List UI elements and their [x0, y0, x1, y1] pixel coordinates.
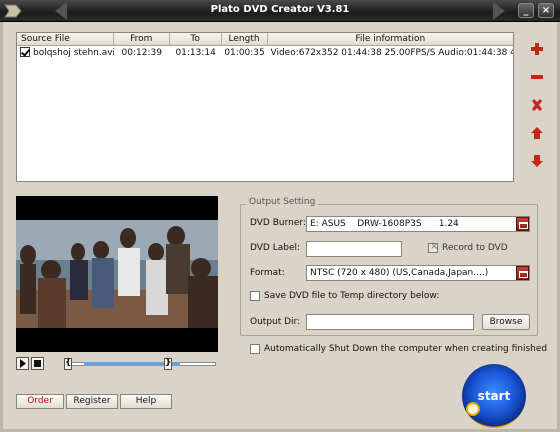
end-marker-handle[interactable]: }	[164, 358, 172, 370]
format-dropdown-icon[interactable]	[516, 266, 529, 280]
save-temp-label: Save DVD file to Temp directory below:	[264, 291, 440, 301]
start-ring-icon	[466, 402, 480, 416]
column-header-source[interactable]: Source File	[17, 33, 114, 46]
save-temp-checkbox[interactable]	[250, 291, 260, 301]
start-button-label: start	[477, 389, 511, 403]
help-button[interactable]: Help	[120, 394, 172, 409]
format-label: Format:	[250, 268, 285, 278]
video-preview	[16, 196, 218, 352]
column-header-from[interactable]: From	[114, 33, 170, 46]
start-button[interactable]: start	[462, 364, 526, 428]
column-header-info[interactable]: File information	[268, 33, 514, 46]
dvd-burner-select[interactable]: E: ASUS DRW-1608P3S 1.24	[306, 216, 530, 232]
column-header-to[interactable]: To	[170, 33, 222, 46]
title-ornament-icon	[493, 2, 505, 20]
close-button[interactable]: ×	[538, 3, 554, 18]
add-icon[interactable]	[530, 42, 544, 56]
play-button[interactable]	[16, 357, 29, 370]
source-cell: bolqshoj stehn.avi	[17, 46, 114, 60]
length-cell: 01:00:35	[224, 48, 265, 58]
play-icon	[20, 359, 26, 368]
move-down-icon[interactable]	[530, 154, 544, 168]
start-marker-handle[interactable]: {	[64, 358, 72, 370]
format-select[interactable]: NTSC (720 x 480) (US,Canada,Japan....)	[306, 265, 530, 281]
row-checkbox[interactable]	[20, 47, 30, 57]
output-dir-input[interactable]	[306, 314, 474, 330]
record-to-dvd-checkbox[interactable]	[428, 241, 438, 253]
title-bar: Plato DVD Creator V3.81 _ ×	[0, 0, 560, 22]
source-file-table[interactable]: Source File From To Length File informat…	[16, 32, 514, 182]
record-to-dvd-label: Record to DVD	[442, 243, 508, 253]
playback-controls: { }	[16, 356, 218, 372]
move-up-icon[interactable]	[530, 126, 544, 140]
auto-shutdown-label: Automatically Shut Down the computer whe…	[264, 344, 548, 354]
output-setting-title: Output Setting	[246, 197, 319, 207]
browse-button[interactable]: Browse	[482, 314, 530, 330]
column-header-length[interactable]: Length	[222, 33, 268, 46]
dvd-burner-dropdown-icon[interactable]	[516, 217, 529, 231]
window-title: Plato DVD Creator V3.81	[210, 4, 350, 15]
stop-button[interactable]	[31, 357, 44, 370]
info-cell: Video:672x352 01:44:38 25.00FPS/S Audio:…	[270, 48, 514, 58]
source-file-name: bolqshoj stehn.avi	[33, 48, 114, 58]
dvd-burner-label: DVD Burner:	[250, 218, 306, 228]
delete-icon[interactable]	[530, 98, 544, 112]
stop-icon	[34, 360, 41, 367]
table-row[interactable]: bolqshoj stehn.avi 00:12:39 01:13:14 01:…	[17, 46, 513, 60]
minimize-button[interactable]: _	[518, 3, 534, 18]
order-button[interactable]: Order	[16, 394, 64, 409]
to-cell: 01:13:14	[175, 48, 216, 58]
output-dir-label: Output Dir:	[250, 317, 301, 327]
dvd-label-label: DVD Label:	[250, 243, 301, 253]
dvd-label-input[interactable]	[306, 241, 402, 257]
table-header: Source File From To Length File informat…	[17, 33, 513, 46]
from-cell: 00:12:39	[121, 48, 162, 58]
auto-shutdown-checkbox[interactable]	[250, 344, 260, 354]
register-button[interactable]: Register	[66, 394, 118, 409]
video-frame-image	[16, 220, 218, 328]
remove-icon[interactable]	[530, 70, 544, 84]
